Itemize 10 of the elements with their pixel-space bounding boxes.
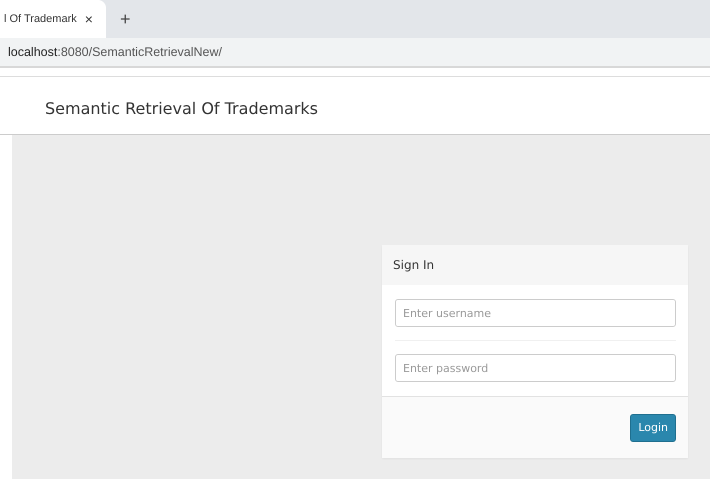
card-title: Sign In	[393, 258, 434, 272]
tab-title: l Of Trademark	[4, 13, 77, 25]
new-tab-icon[interactable]: +	[120, 8, 131, 30]
close-icon[interactable]: ×	[84, 11, 93, 27]
browser-tab[interactable]: l Of Trademark ×	[0, 0, 106, 38]
app-title: Semantic Retrieval Of Trademarks	[45, 99, 318, 118]
address-bar[interactable]: localhost:8080/SemanticRetrievalNew/	[0, 38, 710, 68]
input-field[interactable]: Enter password	[395, 354, 676, 382]
input-field[interactable]: Enter username	[395, 299, 676, 327]
login-button[interactable]: Login	[630, 414, 676, 442]
